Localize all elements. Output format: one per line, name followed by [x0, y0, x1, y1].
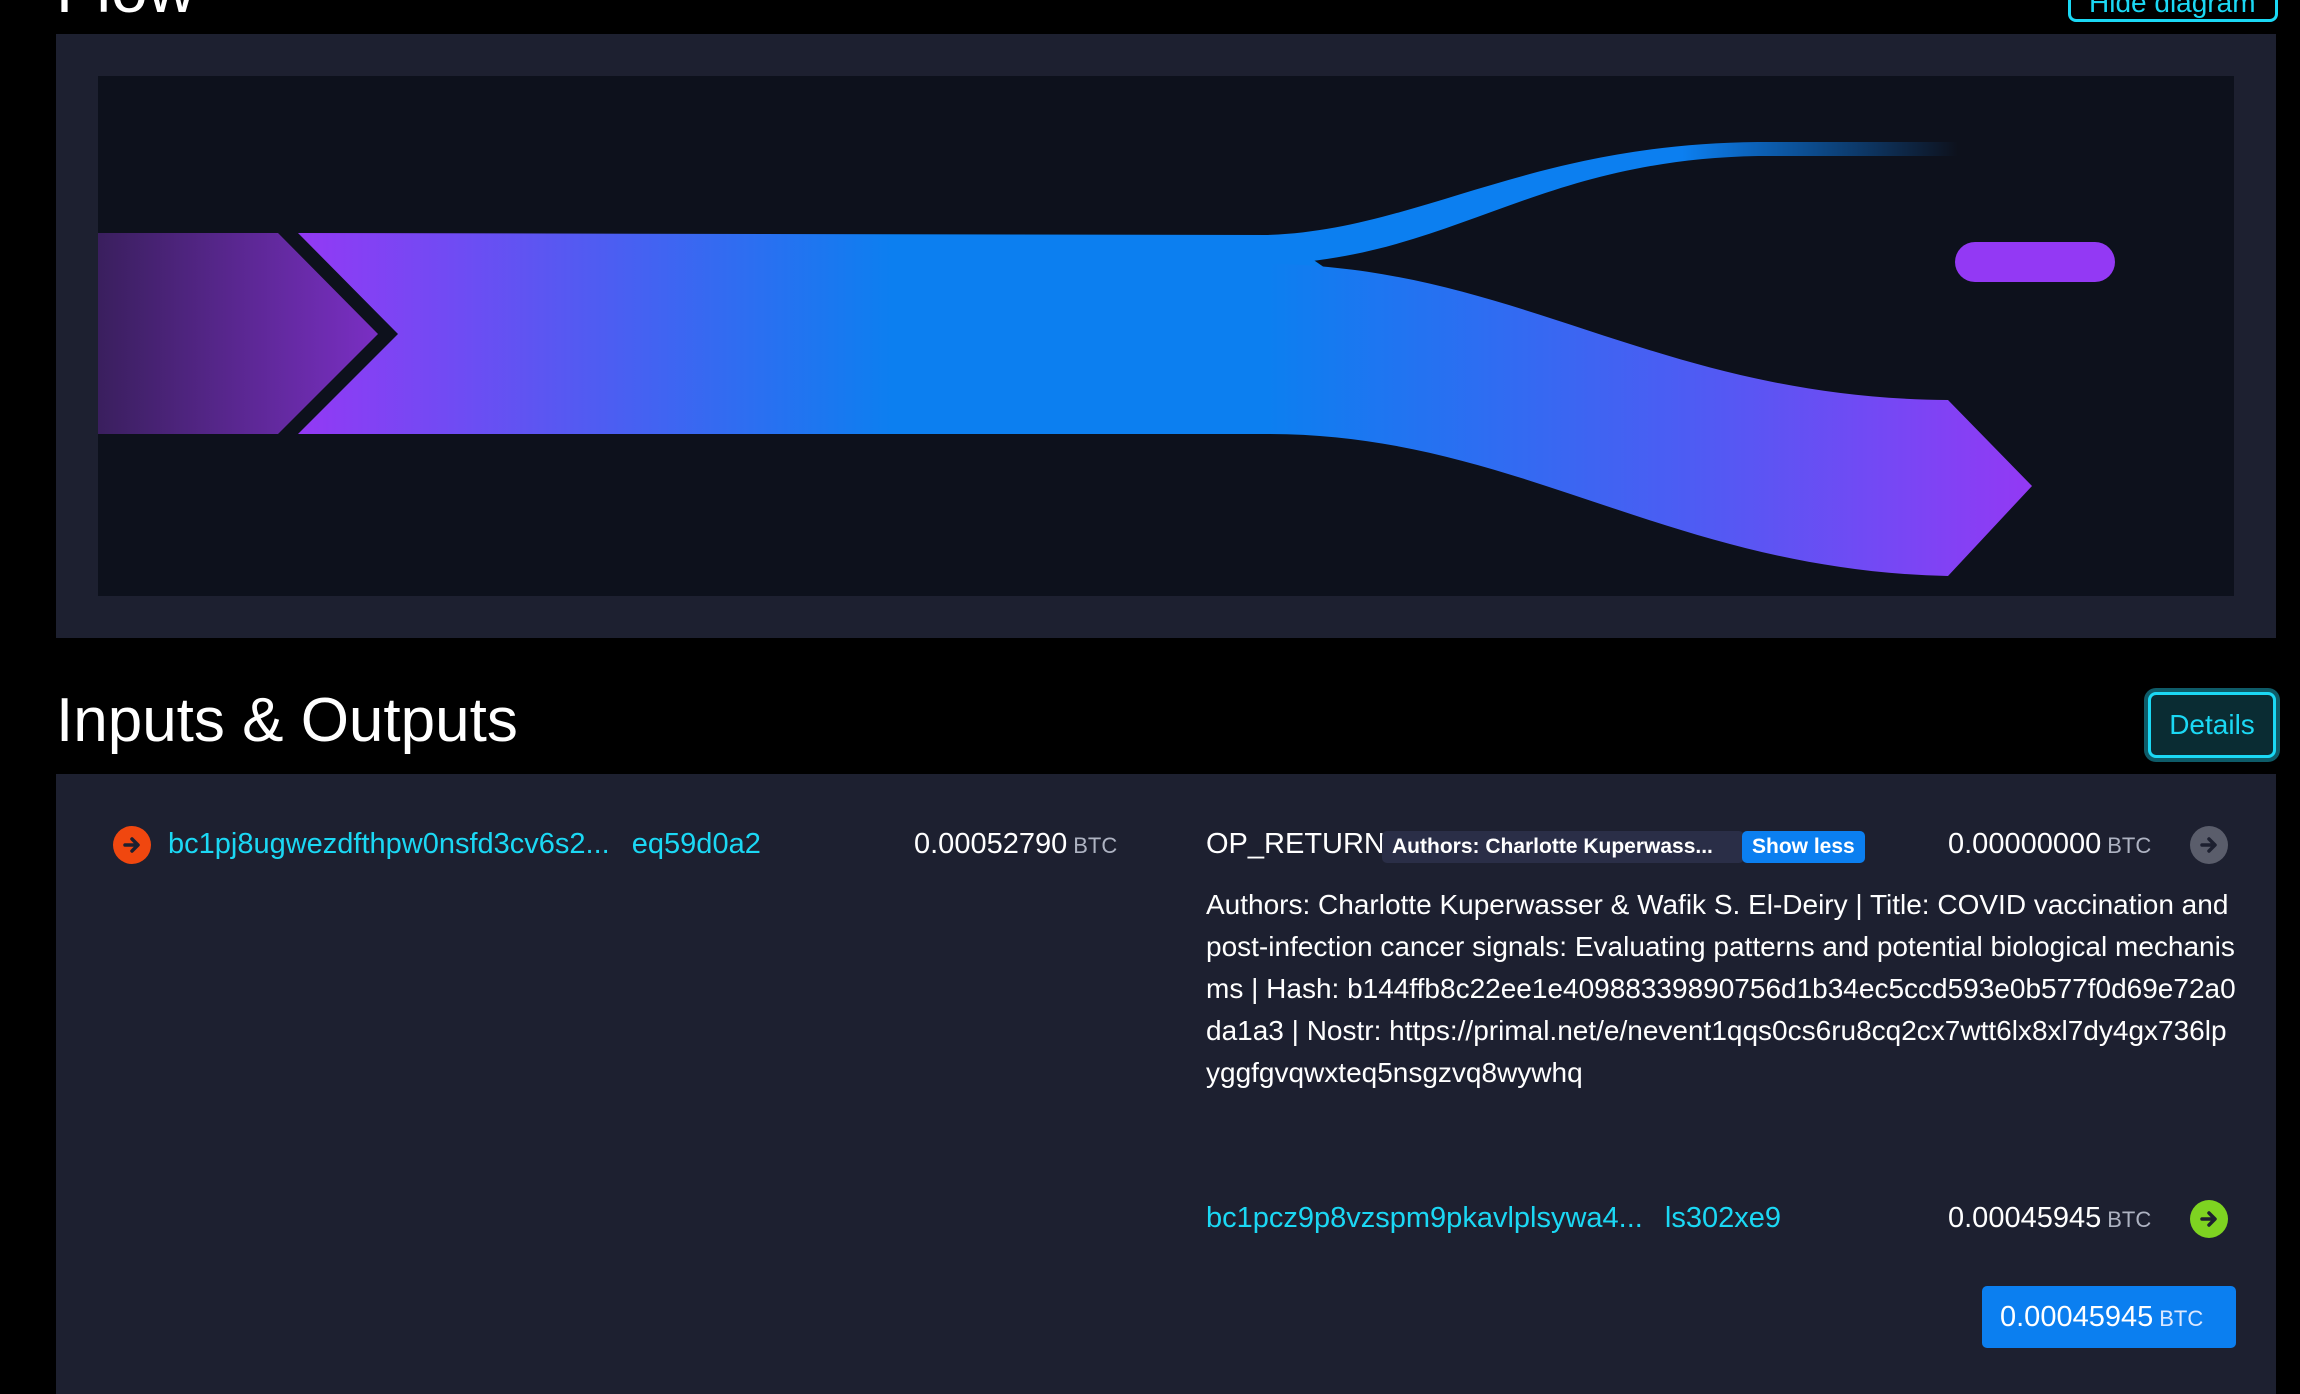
show-less-button[interactable]: Show less: [1742, 831, 1865, 863]
op-return-amount-value: 0.00000000: [1948, 828, 2102, 860]
arrow-right-icon: [2200, 1211, 2217, 1227]
arrow-right-icon: [123, 837, 140, 853]
input-address-link[interactable]: bc1pj8ugwezdfthpw0nsfd3cv6s2... eq59d0a2: [168, 826, 761, 862]
inputs-outputs-title: Inputs & Outputs: [56, 686, 518, 755]
flow-panel: [56, 34, 2276, 638]
hide-diagram-button[interactable]: Hide diagram: [2068, 0, 2278, 22]
op-return-badge: Authors: Charlotte Kuperwass...: [1382, 831, 1744, 863]
arrow-right-icon: [2200, 837, 2217, 853]
flow-diagram: [98, 76, 2234, 596]
output-address-link[interactable]: bc1pcz9p8vzspm9pkavlplsywa4... ls302xe9: [1206, 1200, 1781, 1236]
output-address-start: bc1pcz9p8vzspm9pkavlplsywa4...: [1206, 1202, 1643, 1234]
flow-title: Flow: [56, 0, 195, 22]
op-return-output-marker[interactable]: [1955, 242, 2115, 282]
op-return-data-text: Authors: Charlotte Kuperwasser & Wafik S…: [1206, 889, 2236, 1088]
op-return-label: OP_RETURN: [1206, 828, 1385, 860]
total-amount-box: 0.00045945 BTC: [1982, 1286, 2236, 1348]
input-address-start: bc1pj8ugwezdfthpw0nsfd3cv6s2...: [168, 828, 610, 860]
output-amount: 0.00045945 BTC: [1948, 1200, 2151, 1238]
input-address-end: eq59d0a2: [631, 828, 761, 860]
op-return-amount-unit: BTC: [2107, 833, 2152, 858]
total-amount-value: 0.00045945: [2000, 1301, 2154, 1333]
flow-output-stream[interactable]: [1268, 264, 2032, 576]
output-address-end: ls302xe9: [1664, 1202, 1781, 1234]
total-amount-unit: BTC: [2159, 1306, 2204, 1331]
input-arrow-icon[interactable]: [113, 826, 151, 864]
unspent-arrow-icon[interactable]: [2190, 1200, 2228, 1238]
flow-diagram-svg: [98, 142, 2115, 576]
details-button[interactable]: Details: [2148, 692, 2276, 758]
input-amount-unit: BTC: [1073, 833, 1118, 858]
input-amount: 0.00052790 BTC: [914, 826, 1117, 864]
inputs-outputs-panel: bc1pj8ugwezdfthpw0nsfd3cv6s2... eq59d0a2…: [56, 774, 2276, 1394]
op-return-arrow-icon[interactable]: [2190, 826, 2228, 864]
output-amount-value: 0.00045945: [1948, 1202, 2102, 1234]
op-return-amount: 0.00000000 BTC: [1948, 826, 2151, 864]
flow-op-return-stream[interactable]: [1268, 142, 1958, 264]
output-amount-unit: BTC: [2107, 1207, 2152, 1232]
input-amount-value: 0.00052790: [914, 828, 1068, 860]
